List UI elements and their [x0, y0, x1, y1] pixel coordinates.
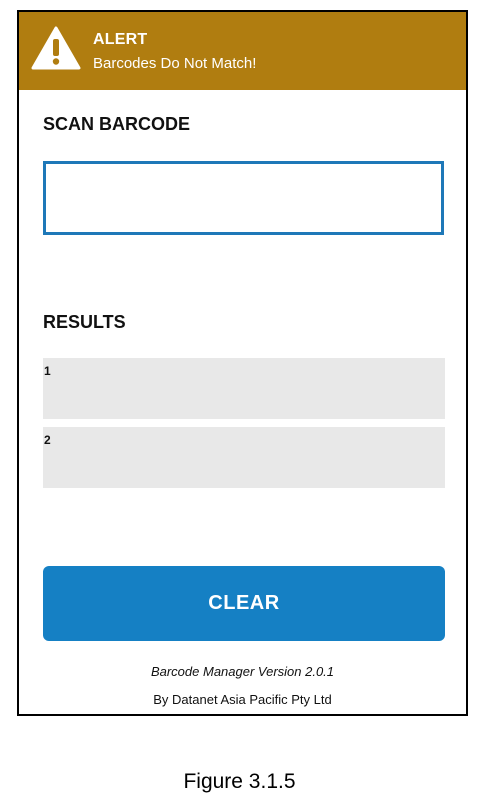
warning-icon [31, 26, 81, 70]
alert-banner: ALERT Barcodes Do Not Match! [19, 12, 466, 90]
results-heading: RESULTS [43, 312, 126, 332]
app-screen: ALERT Barcodes Do Not Match! SCAN BARCOD… [17, 10, 468, 716]
clear-button[interactable]: CLEAR [43, 566, 445, 641]
alert-message: Barcodes Do Not Match! [93, 55, 257, 72]
result-row-2: 2 [43, 427, 445, 488]
scan-barcode-heading: SCAN BARCODE [43, 114, 191, 134]
barcode-input[interactable] [43, 161, 444, 235]
app-version: Barcode Manager Version 2.0.1 [150, 664, 335, 679]
result-row-1: 1 [43, 358, 445, 419]
result-index-1: 1 [44, 364, 51, 378]
company-credit: By Datanet Asia Pacific Pty Ltd [153, 692, 332, 707]
alert-title: ALERT [93, 31, 148, 48]
figure-caption: Figure 3.1.5 [183, 770, 296, 793]
result-index-2: 2 [44, 433, 51, 447]
